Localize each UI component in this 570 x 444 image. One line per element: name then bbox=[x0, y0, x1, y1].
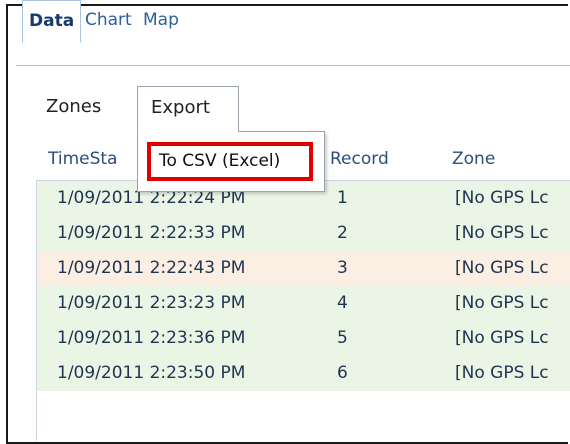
table-row[interactable]: 1/09/2011 2:23:50 PM 6 [No GPS Lc bbox=[37, 356, 570, 392]
tab-data[interactable]: Data bbox=[22, 0, 82, 43]
tab-strip-divider bbox=[16, 65, 570, 66]
cell-timestamp: 1/09/2011 2:23:50 PM bbox=[57, 363, 246, 383]
column-header-record[interactable]: Record bbox=[330, 148, 389, 170]
data-grid: 1/09/2011 2:22:24 PM 1 [No GPS Lc 1/09/2… bbox=[36, 180, 570, 441]
table-row[interactable]: 1/09/2011 2:23:23 PM 4 [No GPS Lc bbox=[37, 286, 570, 322]
cell-record: 2 bbox=[337, 223, 348, 243]
column-header-timestamp[interactable]: TimeSta bbox=[48, 148, 117, 170]
zones-menu[interactable]: Zones bbox=[46, 94, 101, 120]
cell-timestamp: 1/09/2011 2:23:36 PM bbox=[57, 328, 246, 348]
cell-timestamp: 1/09/2011 2:23:23 PM bbox=[57, 293, 246, 313]
cell-timestamp: 1/09/2011 2:22:33 PM bbox=[57, 223, 246, 243]
column-header-zone[interactable]: Zone bbox=[452, 148, 495, 170]
cell-timestamp: 1/09/2011 2:22:43 PM bbox=[57, 258, 246, 278]
tab-map[interactable]: Map bbox=[137, 0, 185, 42]
export-dropdown: To CSV (Excel) bbox=[137, 131, 325, 192]
cell-record: 6 bbox=[337, 363, 348, 383]
cell-record: 1 bbox=[337, 188, 348, 208]
table-row[interactable]: 1/09/2011 2:22:33 PM 2 [No GPS Lc bbox=[37, 216, 570, 252]
cell-zone: [No GPS Lc bbox=[455, 188, 549, 208]
cell-zone: [No GPS Lc bbox=[455, 363, 549, 383]
table-row[interactable]: 1/09/2011 2:22:43 PM 3 [No GPS Lc bbox=[37, 251, 570, 287]
cell-record: 4 bbox=[337, 293, 348, 313]
table-row[interactable]: 1/09/2011 2:23:36 PM 5 [No GPS Lc bbox=[37, 321, 570, 357]
cell-zone: [No GPS Lc bbox=[455, 223, 549, 243]
export-menu[interactable]: Export bbox=[137, 86, 239, 132]
cell-record: 5 bbox=[337, 328, 348, 348]
cell-record: 3 bbox=[337, 258, 348, 278]
cell-zone: [No GPS Lc bbox=[455, 258, 549, 278]
cell-zone: [No GPS Lc bbox=[455, 293, 549, 313]
export-to-csv-item[interactable]: To CSV (Excel) bbox=[147, 142, 313, 181]
cell-zone: [No GPS Lc bbox=[455, 328, 549, 348]
tab-chart[interactable]: Chart bbox=[79, 0, 138, 42]
